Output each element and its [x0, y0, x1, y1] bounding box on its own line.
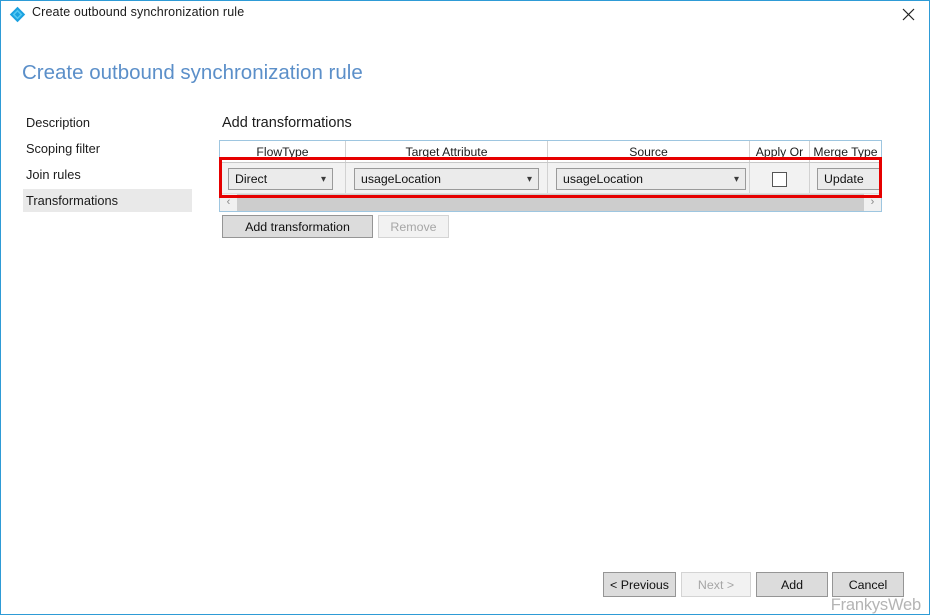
close-icon[interactable] [885, 1, 929, 28]
merge-type-input[interactable]: Update [817, 168, 881, 190]
cell-merge-type: Update [810, 163, 881, 195]
sidebar-item-scoping-filter[interactable]: Scoping filter [23, 137, 189, 160]
scrollbar-thumb[interactable] [237, 194, 864, 211]
target-attribute-value: usageLocation [361, 172, 441, 186]
next-button[interactable]: Next > [681, 572, 751, 597]
apply-once-checkbox[interactable] [772, 172, 787, 187]
scroll-right-arrow-icon[interactable]: › [864, 194, 881, 211]
sidebar-item-transformations[interactable]: Transformations [23, 189, 192, 212]
cell-apply-once [750, 163, 810, 195]
column-header-apply-once[interactable]: Apply Or [750, 141, 810, 162]
remove-button[interactable]: Remove [378, 215, 449, 238]
sidebar-item-description[interactable]: Description [23, 111, 189, 134]
cell-target-attribute: usageLocation ▾ [346, 163, 548, 195]
scroll-left-arrow-icon[interactable]: ‹ [220, 194, 237, 211]
azure-diamond-icon [9, 6, 26, 23]
source-value: usageLocation [563, 172, 643, 186]
create-outbound-sync-rule-window: Create outbound synchronization rule Cre… [0, 0, 930, 615]
source-dropdown[interactable]: usageLocation ▾ [556, 168, 746, 190]
add-transformation-button[interactable]: Add transformation [222, 215, 373, 238]
chevron-down-icon: ▾ [733, 174, 739, 185]
window-title: Create outbound synchronization rule [32, 5, 245, 19]
section-title: Add transformations [222, 115, 352, 131]
chevron-down-icon: ▾ [320, 174, 326, 185]
add-button[interactable]: Add [756, 572, 828, 597]
previous-button[interactable]: < Previous [603, 572, 676, 597]
flowtype-dropdown[interactable]: Direct ▾ [228, 168, 333, 190]
wizard-step-nav: Description Scoping filter Join rules Tr… [23, 111, 192, 215]
grid-horizontal-scrollbar[interactable]: ‹ › [220, 193, 881, 211]
table-row: Direct ▾ usageLocation ▾ usageLocation ▾ [220, 163, 881, 195]
column-header-source[interactable]: Source [548, 141, 750, 162]
watermark: FrankysWeb [830, 596, 922, 614]
target-attribute-dropdown[interactable]: usageLocation ▾ [354, 168, 539, 190]
sidebar-item-join-rules[interactable]: Join rules [23, 163, 189, 186]
grid-header-row: FlowType Target Attribute Source Apply O… [220, 141, 881, 163]
merge-type-value: Update [824, 172, 864, 186]
title-bar: Create outbound synchronization rule [1, 1, 929, 29]
column-header-target-attribute[interactable]: Target Attribute [346, 141, 548, 162]
flowtype-value: Direct [235, 172, 268, 186]
page-title: Create outbound synchronization rule [22, 61, 363, 84]
column-header-merge-type[interactable]: Merge Type [810, 141, 881, 162]
cell-flowtype: Direct ▾ [220, 163, 346, 195]
cancel-button[interactable]: Cancel [832, 572, 904, 597]
chevron-down-icon: ▾ [526, 174, 532, 185]
cell-source: usageLocation ▾ [548, 163, 750, 195]
transformations-grid: FlowType Target Attribute Source Apply O… [219, 140, 882, 212]
column-header-flowtype[interactable]: FlowType [220, 141, 346, 162]
